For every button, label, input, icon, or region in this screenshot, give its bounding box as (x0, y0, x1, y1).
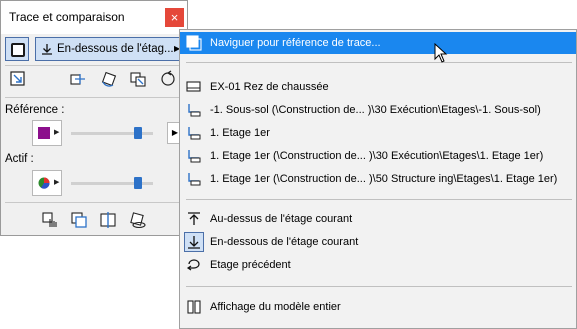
divider (5, 65, 183, 66)
menu-item-label: EX-01 Rez de chaussée (210, 81, 329, 93)
model-view-icon (187, 300, 201, 314)
close-button[interactable]: × (165, 8, 184, 27)
active-slider-thumb[interactable] (133, 177, 142, 189)
chevron-right-icon: ▶ (54, 179, 60, 186)
reset-icon[interactable] (159, 70, 177, 88)
reference-label: Référence : (5, 104, 65, 116)
divider (5, 202, 183, 203)
divider (5, 97, 183, 98)
menu-item-label: 1. Etage 1er (210, 127, 270, 139)
linked-story-icon (188, 150, 201, 163)
story-icon (186, 81, 201, 92)
linked-story-icon (188, 173, 201, 186)
palette-title: Trace et comparaison (9, 10, 125, 24)
previous-story-icon (186, 259, 200, 271)
trace-palette: Trace et comparaison × En-dessous de l'é… (0, 0, 188, 236)
hand-icon[interactable] (41, 211, 59, 229)
menu-item-linked-story[interactable]: -1. Sous-sol (\Construction de... )\30 E… (180, 99, 576, 121)
trace-square-icon (11, 43, 25, 57)
menu-item-linked-story[interactable]: 1. Etage 1er (180, 122, 576, 144)
active-label: Actif : (5, 153, 34, 165)
menu-item-label: Naviguer pour référence de trace... (210, 37, 381, 49)
linked-story-icon (188, 104, 201, 117)
menu-item-label: 1. Etage 1er (\Construction de... )\30 E… (210, 150, 544, 162)
menu-item-browse-reference[interactable]: Naviguer pour référence de trace... (180, 32, 576, 54)
menu-item-label: En-dessous de l'étage courant (210, 236, 359, 248)
level-dropdown-label: En-dessous de l'étag... (57, 43, 174, 55)
menu-divider (186, 286, 572, 287)
menu-item-previous-story[interactable]: Etage précédent (180, 254, 576, 276)
browse-reference-icon (186, 35, 202, 51)
menu-item-above-story[interactable]: Au-dessus de l'étage courant (180, 208, 576, 230)
compare-icon[interactable] (70, 211, 88, 229)
menu-item-story[interactable]: EX-01 Rez de chaussée (180, 76, 576, 98)
split-icon[interactable] (99, 211, 117, 229)
arrow-down-icon (42, 44, 52, 55)
active-color-button[interactable]: ▶ (32, 170, 62, 196)
menu-item-linked-story[interactable]: 1. Etage 1er (\Construction de... )\30 E… (180, 145, 576, 167)
menu-item-label: Affichage du modèle entier (210, 301, 341, 313)
reference-slider-thumb[interactable] (133, 127, 142, 139)
menu-item-whole-model[interactable]: Affichage du modèle entier (180, 296, 576, 318)
linked-story-icon (188, 127, 201, 140)
menu-item-label: Au-dessus de l'étage courant (210, 213, 353, 225)
chevron-right-icon: ▶ (54, 129, 60, 136)
menu-item-label: 1. Etage 1er (\Construction de... )\50 S… (210, 173, 558, 185)
menu-item-label: -1. Sous-sol (\Construction de... )\30 E… (210, 104, 541, 116)
mirror-icon[interactable] (129, 70, 147, 88)
menu-item-label: Etage précédent (210, 259, 291, 271)
menu-item-below-story[interactable]: En-dessous de l'étage courant (180, 231, 576, 253)
arrow-up-icon (188, 212, 200, 225)
menu-item-linked-story[interactable]: 1. Etage 1er (\Construction de... )\50 S… (180, 168, 576, 190)
rotate-icon[interactable] (100, 70, 118, 88)
reference-color-button[interactable]: ▶ (32, 120, 62, 146)
move-trace-icon[interactable] (9, 70, 27, 88)
ghost-icon[interactable] (129, 211, 147, 229)
palette-title-bar[interactable]: Trace et comparaison (1, 1, 187, 34)
reference-color-swatch (38, 127, 50, 139)
arrow-down-icon (188, 236, 200, 249)
pie-color-icon (38, 177, 50, 189)
trace-mode-button[interactable] (5, 37, 29, 61)
move-icon[interactable] (68, 70, 86, 88)
menu-divider (186, 62, 572, 63)
reference-menu: Naviguer pour référence de trace... EX-0… (179, 29, 577, 329)
mouse-cursor-icon (434, 43, 448, 63)
level-dropdown[interactable]: En-dessous de l'étag... ▶ (35, 37, 183, 61)
menu-divider (186, 199, 572, 200)
